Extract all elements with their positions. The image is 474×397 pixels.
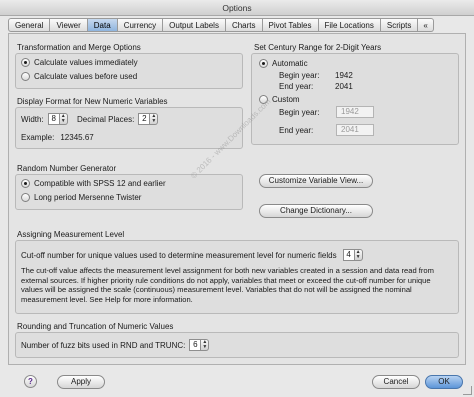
custom-begin-label: Begin year: (279, 108, 320, 117)
auto-begin-row: Begin year: 1942 (279, 71, 353, 80)
tab-output-labels[interactable]: Output Labels (163, 18, 226, 32)
width-label: Width: (21, 114, 44, 124)
apply-button[interactable]: Apply (57, 375, 105, 389)
fuzz-label: Number of fuzz bits used in RND and TRUN… (21, 340, 186, 350)
stepper-arrows-icon[interactable]: ▲ ▼ (354, 249, 363, 261)
width-row: Width: 8 ▲ ▼ (21, 113, 68, 125)
example-value: 12345.67 (60, 133, 94, 142)
stepper-arrows-icon[interactable]: ▲ ▼ (150, 113, 159, 125)
fuzz-input[interactable]: 6 (189, 339, 202, 351)
rng-mersenne-label: Long period Mersenne Twister (34, 193, 142, 202)
radio-selected-icon[interactable] (21, 58, 30, 67)
width-stepper[interactable]: 8 ▲ ▼ (47, 113, 68, 125)
custom-end-label: End year: (279, 126, 314, 135)
tab-data[interactable]: Data (87, 18, 118, 32)
resize-grip-icon[interactable] (463, 386, 472, 395)
tab-currency[interactable]: Currency (117, 18, 164, 32)
cutoff-input[interactable]: 4 (342, 249, 355, 261)
century-automatic-label: Automatic (272, 59, 308, 68)
cutoff-row: Cut-off number for unique values used to… (21, 249, 363, 261)
tab-pivot-tables[interactable]: Pivot Tables (262, 18, 319, 32)
example-row: Example: 12345.67 (21, 133, 94, 142)
rng-compatible-option[interactable]: Compatible with SPSS 12 and earlier (21, 179, 166, 188)
decimal-label: Decimal Places: (77, 114, 135, 124)
tab-overflow-icon[interactable]: « (418, 18, 434, 32)
rng-compatible-label: Compatible with SPSS 12 and earlier (34, 179, 166, 188)
custom-end-row: End year: (279, 126, 313, 135)
auto-begin-value: 1942 (335, 71, 353, 80)
custom-end-input[interactable]: 2041 (336, 124, 374, 136)
auto-begin-label: Begin year: (279, 71, 320, 80)
ok-button[interactable]: OK (425, 375, 463, 389)
fuzz-stepper[interactable]: 6 ▲ ▼ (189, 339, 210, 351)
auto-end-value: 2041 (335, 82, 353, 91)
fuzz-row: Number of fuzz bits used in RND and TRUN… (21, 339, 210, 351)
cutoff-stepper[interactable]: 4 ▲ ▼ (342, 249, 363, 261)
customize-variable-view-button[interactable]: Customize Variable View... (259, 174, 373, 188)
decimal-input[interactable]: 2 (138, 113, 151, 125)
custom-begin-input[interactable]: 1942 (336, 106, 374, 118)
cancel-button[interactable]: Cancel (372, 375, 420, 389)
tab-charts[interactable]: Charts (225, 18, 263, 32)
help-icon[interactable]: ? (24, 375, 37, 388)
stepper-arrows-icon[interactable]: ▲ ▼ (59, 113, 68, 125)
calc-before-used-option[interactable]: Calculate values before used (21, 72, 137, 81)
rng-title: Random Number Generator (17, 164, 117, 173)
century-title: Set Century Range for 2-Digit Years (254, 43, 382, 52)
cutoff-label: Cut-off number for unique values used to… (21, 250, 337, 260)
radio-unselected-icon[interactable] (21, 72, 30, 81)
auto-end-row: End year: 2041 (279, 82, 353, 91)
rounding-title: Rounding and Truncation of Numeric Value… (17, 322, 174, 331)
transform-group-title: Transformation and Merge Options (17, 43, 141, 52)
decimal-stepper[interactable]: 2 ▲ ▼ (138, 113, 159, 125)
data-options-panel: Transformation and Merge Options Calcula… (8, 33, 466, 365)
radio-unselected-icon[interactable] (259, 95, 268, 104)
rng-mersenne-option[interactable]: Long period Mersenne Twister (21, 193, 141, 202)
tab-scripts[interactable]: Scripts (380, 18, 419, 32)
auto-end-label: End year: (279, 82, 314, 91)
measurement-description: The cut-off value affects the measuremen… (21, 266, 434, 304)
tab-viewer[interactable]: Viewer (50, 18, 88, 32)
tab-strip: General Viewer Data Currency Output Labe… (8, 18, 466, 32)
stepper-arrows-icon[interactable]: ▲ ▼ (201, 339, 210, 351)
radio-unselected-icon[interactable] (21, 193, 30, 202)
tab-file-locations[interactable]: File Locations (318, 18, 381, 32)
calc-immediately-option[interactable]: Calculate values immediately (21, 58, 138, 67)
calc-before-used-label: Calculate values before used (34, 72, 138, 81)
radio-selected-icon[interactable] (259, 59, 268, 68)
change-dictionary-button[interactable]: Change Dictionary... (259, 204, 373, 218)
tab-general[interactable]: General (8, 18, 51, 32)
example-label: Example: (21, 133, 55, 142)
century-custom-option[interactable]: Custom (259, 95, 300, 104)
display-format-title: Display Format for New Numeric Variables (17, 97, 168, 106)
radio-selected-icon[interactable] (21, 179, 30, 188)
measurement-title: Assigning Measurement Level (17, 230, 125, 239)
decimal-row: Decimal Places: 2 ▲ ▼ (77, 113, 159, 125)
custom-begin-row: Begin year: (279, 108, 319, 117)
century-custom-label: Custom (272, 95, 300, 104)
calc-immediately-label: Calculate values immediately (34, 58, 138, 67)
century-automatic-option[interactable]: Automatic (259, 59, 308, 68)
window-title: Options (0, 0, 474, 16)
width-input[interactable]: 8 (47, 113, 60, 125)
